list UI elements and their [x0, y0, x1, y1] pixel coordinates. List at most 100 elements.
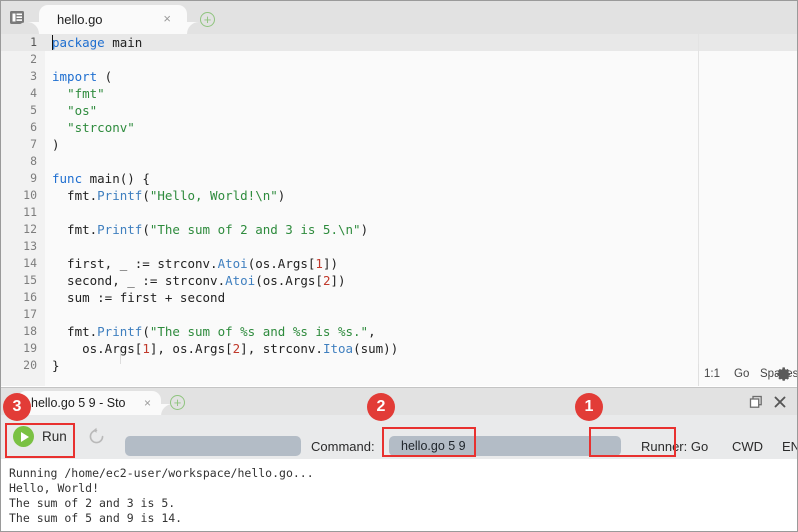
terminal-line: The sum of 2 and 3 is 5.	[9, 496, 798, 511]
code-token: )	[361, 222, 369, 237]
code-line[interactable]: "os"	[52, 102, 97, 119]
code-token: Printf	[97, 222, 142, 237]
code-line[interactable]: "fmt"	[52, 85, 105, 102]
code-token: import	[52, 69, 97, 84]
runner-tab-bar: hello.go 5 9 - Sto × +	[1, 387, 798, 416]
code-token: "fmt"	[67, 86, 105, 101]
line-number: 18	[1, 323, 45, 340]
line-number: 5	[1, 102, 45, 119]
code-editor[interactable]: 1234567891011121314151617181920 1 packag…	[1, 34, 798, 386]
code-token: fmt.	[52, 222, 97, 237]
code-token: Atoi	[225, 273, 255, 288]
code-token: sum := first + second	[52, 290, 225, 305]
line-number: 3	[1, 68, 45, 85]
runner-tab-label: hello.go 5 9 - Sto	[31, 396, 126, 410]
code-line[interactable]: sum := first + second	[52, 289, 225, 306]
line-number: 16	[1, 289, 45, 306]
editor-right-rule	[698, 34, 699, 386]
code-token: (os.Args[	[255, 273, 323, 288]
line-number: 6	[1, 119, 45, 136]
line-number: 2	[1, 51, 45, 68]
code-line[interactable]: "strconv"	[52, 119, 135, 136]
editor-status-bar: 1:1 Go Spaces: 2	[1, 364, 798, 386]
code-token: Printf	[97, 324, 142, 339]
code-token: main() {	[82, 171, 150, 186]
gear-icon[interactable]	[777, 367, 792, 382]
code-token: (	[142, 324, 150, 339]
runner-new-tab-plus-icon[interactable]: +	[170, 395, 185, 410]
code-token: Printf	[97, 188, 142, 203]
command-input[interactable]: hello.go 5 9	[389, 436, 557, 456]
code-line[interactable]: import (	[52, 68, 112, 85]
restart-icon[interactable]	[87, 427, 106, 446]
annotation-badge-2: 2	[367, 393, 395, 421]
line-number-gutter: 1234567891011121314151617181920	[1, 34, 45, 386]
code-token: func	[52, 171, 82, 186]
code-token: ,	[368, 324, 376, 339]
env-button[interactable]: ENV	[782, 439, 798, 454]
code-text[interactable]: package main import ( "fmt" "os" "strconv…	[45, 34, 798, 386]
code-token: second, _ := strconv.	[52, 273, 225, 288]
tab-close-icon[interactable]: ×	[163, 12, 171, 26]
code-token: os.Args[	[52, 341, 142, 356]
line-number: 10	[1, 187, 45, 204]
line-number: 14	[1, 255, 45, 272]
code-token: "os"	[67, 103, 97, 118]
code-line[interactable]: fmt.Printf("Hello, World!\n")	[52, 187, 285, 204]
code-token: (	[97, 69, 112, 84]
code-token: )	[52, 137, 60, 152]
run-button[interactable]: Run	[13, 426, 67, 447]
run-button-label: Run	[42, 429, 67, 444]
tab-label: hello.go	[57, 12, 103, 27]
code-line[interactable]: fmt.Printf("The sum of %s and %s is %s."…	[52, 323, 376, 340]
line-number: 12	[1, 221, 45, 238]
status-divider	[698, 364, 699, 386]
tab-shoulder-right	[187, 22, 199, 34]
close-icon[interactable]	[773, 395, 787, 409]
code-token: ])	[330, 273, 345, 288]
runner-tab-close-icon[interactable]: ×	[144, 396, 151, 410]
code-line[interactable]: func main() {	[52, 170, 150, 187]
new-tab-plus-icon[interactable]: +	[200, 12, 215, 27]
language-mode[interactable]: Go	[734, 368, 749, 380]
code-token: Itoa	[323, 341, 353, 356]
code-token: main	[112, 35, 142, 50]
terminal-output[interactable]: Running /home/ec2-user/workspace/hello.g…	[1, 459, 798, 531]
cwd-button[interactable]: CWD	[732, 439, 763, 454]
code-token: 1	[315, 256, 323, 271]
cursor-position[interactable]: 1:1	[704, 368, 720, 380]
tab-hello-go[interactable]: hello.go ×	[39, 5, 187, 34]
command-field-left[interactable]	[125, 436, 301, 456]
code-token: (sum))	[353, 341, 398, 356]
command-field-right[interactable]	[557, 436, 621, 456]
code-line[interactable]: os.Args[1], os.Args[2], strconv.Itoa(sum…	[52, 340, 398, 357]
runner-selector[interactable]: Runner: Go	[641, 439, 708, 454]
code-line[interactable]: first, _ := strconv.Atoi(os.Args[1])	[52, 255, 338, 272]
code-token: ])	[323, 256, 338, 271]
code-token: ], os.Args[	[150, 341, 233, 356]
line-number: 7	[1, 136, 45, 153]
code-token: (	[142, 222, 150, 237]
code-token: )	[278, 188, 286, 203]
code-token: "Hello, World!\n"	[150, 188, 278, 203]
line-number: 11	[1, 204, 45, 221]
runner-toolbar: Run Command: hello.go 5 9 Runner: Go CWD…	[1, 415, 798, 460]
code-line[interactable]: second, _ := strconv.Atoi(os.Args[2])	[52, 272, 346, 289]
line-number: 19	[1, 340, 45, 357]
line-number: 17	[1, 306, 45, 323]
maximize-icon[interactable]	[749, 395, 763, 409]
play-icon	[13, 426, 34, 447]
annotation-badge-1: 1	[575, 393, 603, 421]
code-token: package	[52, 35, 112, 50]
code-line[interactable]: fmt.Printf("The sum of 2 and 3 is 5.\n")	[52, 221, 368, 238]
code-line[interactable]: package main	[52, 34, 142, 51]
code-token: Atoi	[218, 256, 248, 271]
editor-tab-bar: hello.go × +	[1, 1, 798, 35]
annotation-badge-3: 3	[3, 393, 31, 421]
line-number: 13	[1, 238, 45, 255]
code-line[interactable]: )	[52, 136, 60, 153]
runner-tab-hello-go[interactable]: hello.go 5 9 - Sto ×	[17, 391, 161, 416]
line-number: 9	[1, 170, 45, 187]
terminal-line: Hello, World!	[9, 481, 798, 496]
terminal-line: Running /home/ec2-user/workspace/hello.g…	[9, 466, 798, 481]
